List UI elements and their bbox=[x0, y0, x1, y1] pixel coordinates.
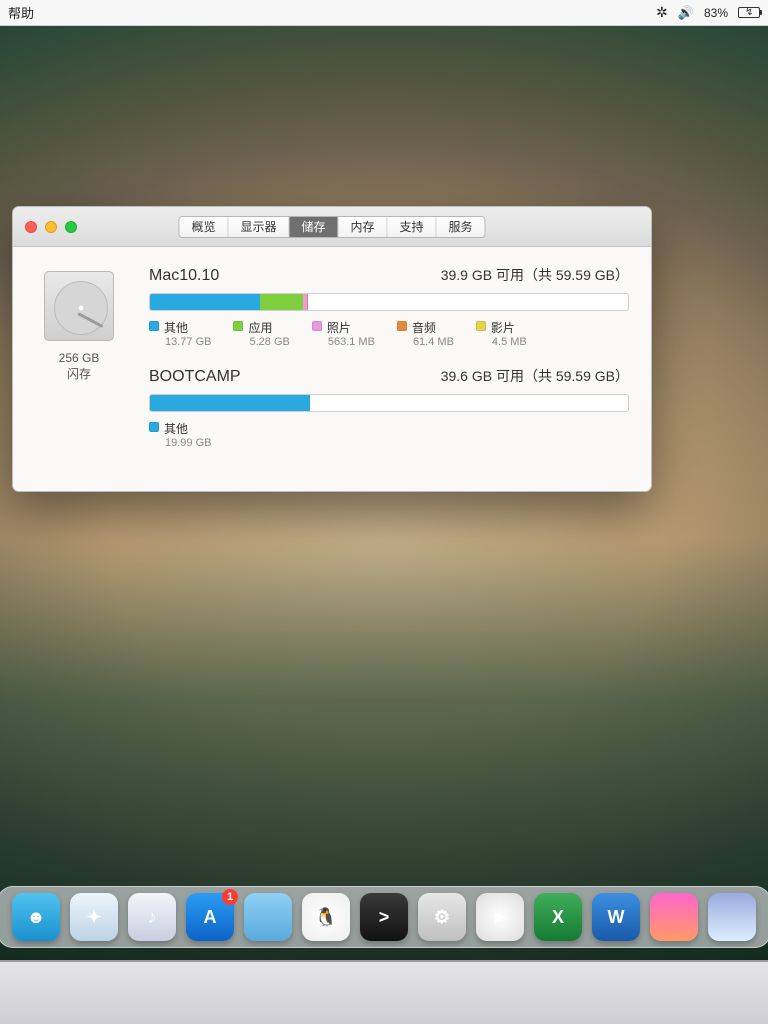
zoom-button[interactable] bbox=[65, 221, 77, 233]
drive-type: 闪存 bbox=[35, 365, 123, 382]
dock-excel[interactable]: X bbox=[534, 893, 582, 941]
tab-0[interactable]: 概览 bbox=[179, 217, 228, 237]
harddrive-icon bbox=[44, 271, 114, 341]
volume-list: Mac10.1039.9 GB 可用（共 59.59 GB）其他13.77 GB… bbox=[149, 265, 629, 467]
legend-label: 应用 bbox=[248, 321, 272, 335]
legend-value: 5.28 GB bbox=[249, 336, 289, 348]
window-traffic-lights bbox=[13, 221, 77, 233]
photo-frame: 帮助 ✲ 🔊 83% ↯ 概览显示器储存内存支持服务 bbox=[0, 0, 768, 1024]
volume-summary: 39.6 GB 可用（共 59.59 GB） bbox=[441, 366, 629, 386]
legend-label: 其他 bbox=[164, 422, 188, 436]
legend-label: 其他 bbox=[164, 321, 188, 335]
legend-item: 影片4.5 MB bbox=[476, 319, 527, 348]
battery-icon[interactable]: ↯ bbox=[738, 7, 760, 18]
laptop-bezel bbox=[0, 960, 768, 1024]
tab-4[interactable]: 支持 bbox=[388, 217, 437, 237]
window-tabs: 概览显示器储存内存支持服务 bbox=[178, 216, 485, 238]
usage-segment bbox=[150, 294, 260, 310]
legend-item: 其他13.77 GB bbox=[149, 319, 211, 348]
battery-percent: 83% bbox=[704, 6, 728, 20]
dock-settings[interactable]: ⚙ bbox=[418, 893, 466, 941]
bluetooth-icon[interactable]: ✲ bbox=[656, 4, 668, 21]
usage-bar bbox=[149, 293, 629, 311]
legend: 其他13.77 GB 应用5.28 GB 照片563.1 MB 音频61.4 MB 影片… bbox=[149, 319, 629, 348]
legend-value: 19.99 GB bbox=[165, 437, 211, 449]
close-button[interactable] bbox=[25, 221, 37, 233]
desktop: 概览显示器储存内存支持服务 256 GB 闪存 Mac10.10 39.9 GB … bbox=[0, 26, 768, 960]
tab-3[interactable]: 内存 bbox=[339, 217, 388, 237]
usage-segment bbox=[150, 395, 310, 411]
legend-swatch bbox=[149, 321, 159, 331]
tab-1[interactable]: 显示器 bbox=[228, 217, 289, 237]
dock-folder[interactable] bbox=[244, 893, 292, 941]
dock-itunes[interactable]: ♪ bbox=[128, 893, 176, 941]
legend-label: 照片 bbox=[327, 321, 351, 335]
dock-word[interactable]: W bbox=[592, 893, 640, 941]
legend-swatch bbox=[149, 422, 159, 432]
menu-help[interactable]: 帮助 bbox=[8, 3, 34, 22]
minimize-button[interactable] bbox=[45, 221, 57, 233]
legend-value: 61.4 MB bbox=[413, 336, 454, 348]
volume-name: BOOTCAMP bbox=[149, 368, 241, 386]
dock-terminal[interactable]: > bbox=[360, 893, 408, 941]
usage-segment bbox=[260, 294, 302, 310]
storage-panel: 256 GB 闪存 Mac10.10 39.9 GB 可用（共 59.59 GB）… bbox=[13, 247, 651, 491]
legend: 其他19.99 GB bbox=[149, 420, 629, 449]
dock: ☻✦♪A1 🐧>⚙►XW bbox=[0, 886, 768, 948]
volume-1: BOOTCAMP 39.6 GB 可用（共 59.59 GB） 其他19.99 GB bbox=[149, 366, 629, 449]
legend-item: 照片563.1 MB bbox=[312, 319, 375, 348]
volume-summary: 39.9 GB 可用（共 59.59 GB） bbox=[441, 265, 629, 285]
dock-qq[interactable]: 🐧 bbox=[302, 893, 350, 941]
legend-swatch bbox=[476, 321, 486, 331]
badge: 1 bbox=[222, 889, 238, 905]
drive-summary: 256 GB 闪存 bbox=[35, 265, 123, 467]
legend-label: 影片 bbox=[491, 321, 515, 335]
menubar: 帮助 ✲ 🔊 83% ↯ bbox=[0, 0, 768, 26]
legend-label: 音频 bbox=[412, 321, 436, 335]
legend-item: 应用5.28 GB bbox=[233, 319, 289, 348]
dock-media-player[interactable]: ► bbox=[476, 893, 524, 941]
about-mac-window: 概览显示器储存内存支持服务 256 GB 闪存 Mac10.10 39.9 GB … bbox=[12, 206, 652, 492]
tab-5[interactable]: 服务 bbox=[437, 217, 485, 237]
dock-finder[interactable]: ☻ bbox=[12, 893, 60, 941]
dock-app-store[interactable]: A1 bbox=[186, 893, 234, 941]
dock-safari[interactable]: ✦ bbox=[70, 893, 118, 941]
legend-item: 其他19.99 GB bbox=[149, 420, 211, 449]
usage-bar bbox=[149, 394, 629, 412]
legend-swatch bbox=[233, 321, 243, 331]
tab-2[interactable]: 储存 bbox=[289, 217, 338, 237]
volume-name: Mac10.10 bbox=[149, 267, 219, 285]
laptop-screen: 帮助 ✲ 🔊 83% ↯ 概览显示器储存内存支持服务 bbox=[0, 0, 768, 960]
dock-game-2[interactable] bbox=[708, 893, 756, 941]
dock-game-1[interactable] bbox=[650, 893, 698, 941]
legend-swatch bbox=[397, 321, 407, 331]
volume-icon[interactable]: 🔊 bbox=[678, 5, 694, 21]
legend-value: 563.1 MB bbox=[328, 336, 375, 348]
drive-capacity: 256 GB bbox=[35, 351, 123, 365]
window-titlebar[interactable]: 概览显示器储存内存支持服务 bbox=[13, 207, 651, 247]
legend-item: 音频61.4 MB bbox=[397, 319, 454, 348]
legend-value: 4.5 MB bbox=[492, 336, 527, 348]
legend-swatch bbox=[312, 321, 322, 331]
legend-value: 13.77 GB bbox=[165, 336, 211, 348]
volume-0: Mac10.10 39.9 GB 可用（共 59.59 GB） 其他13.77 GB… bbox=[149, 265, 629, 348]
